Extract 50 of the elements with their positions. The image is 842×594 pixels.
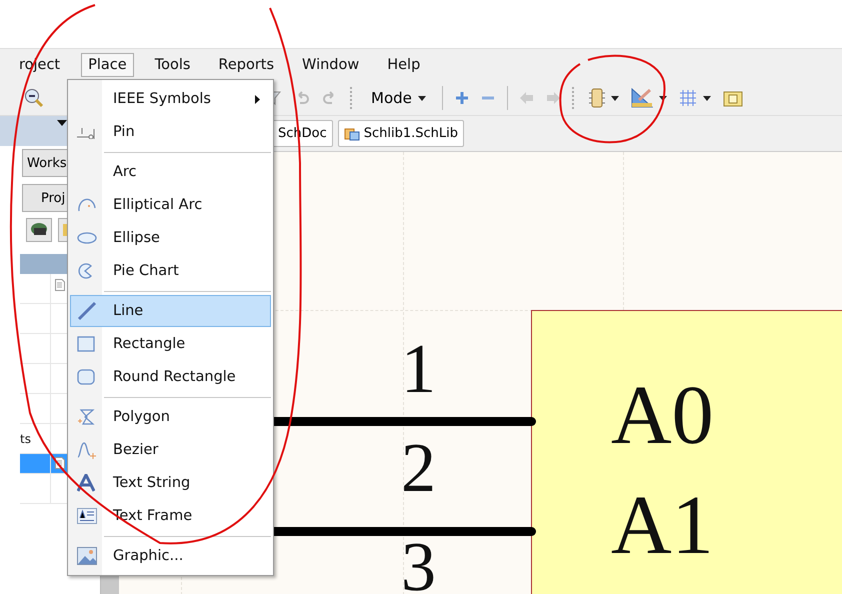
text-frame-icon [77,508,97,524]
menu-item[interactable]: IEEE Symbols [70,83,271,115]
menu-item[interactable]: Pie Chart [70,255,271,287]
menu-item[interactable]: Tools [148,53,198,77]
polygon-icon [77,409,95,425]
submenu-arrow-icon [255,94,260,104]
row-label: ts [20,432,31,446]
menu-item[interactable]: Help [380,53,428,77]
caret-icon[interactable] [658,96,667,100]
grid-icon[interactable] [678,89,697,107]
pin-number: 1 [401,342,436,398]
ellipse-icon [77,232,97,244]
chip-icon[interactable] [588,88,605,108]
menu-item[interactable]: Reports [211,53,282,77]
menu-item[interactable]: Round Rectangle [70,361,271,393]
rectangle-icon [77,336,95,352]
curve-icon [77,441,97,459]
arc-icon [77,198,97,212]
pin-number: 2 [401,441,436,497]
pin-name: A1 [611,484,714,568]
zoom-out-icon[interactable] [24,88,44,108]
mode-dropdown-button[interactable]: Mode [367,87,430,109]
right-arrow-icon[interactable] [546,92,560,104]
menu-item[interactable]: Place [81,53,134,77]
caret-icon[interactable] [702,96,711,100]
document-icon [55,279,65,291]
menu-item[interactable]: Pin [70,116,271,148]
menu-item[interactable]: Graphic... [70,540,271,572]
folder-chip-icon[interactable] [722,89,743,107]
rounded-rectangle-icon [77,369,95,385]
menu-item[interactable]: Text String [70,467,271,499]
pin-icon [77,125,97,139]
caret-icon[interactable] [610,96,619,100]
caret-icon[interactable] [57,120,67,126]
letter-a-icon [77,474,95,492]
caret-icon [418,96,426,100]
pie-chart-icon [77,263,93,279]
database-icon[interactable] [26,218,52,242]
image-icon [77,547,97,565]
menu-item[interactable]: Window [295,53,366,77]
plus-icon[interactable] [454,91,469,105]
menu-item[interactable]: Line [70,295,271,327]
document-tab[interactable]: Schlib1.SchLib [338,120,464,147]
line-icon [77,301,97,321]
pin-number: 3 [401,540,436,594]
menu-item[interactable]: Rectangle [70,328,271,360]
library-icon [344,126,360,142]
ruler-pencil-icon[interactable] [630,88,653,108]
menu-item[interactable]: Ellipse [70,222,271,254]
pin-name: A0 [611,374,714,458]
